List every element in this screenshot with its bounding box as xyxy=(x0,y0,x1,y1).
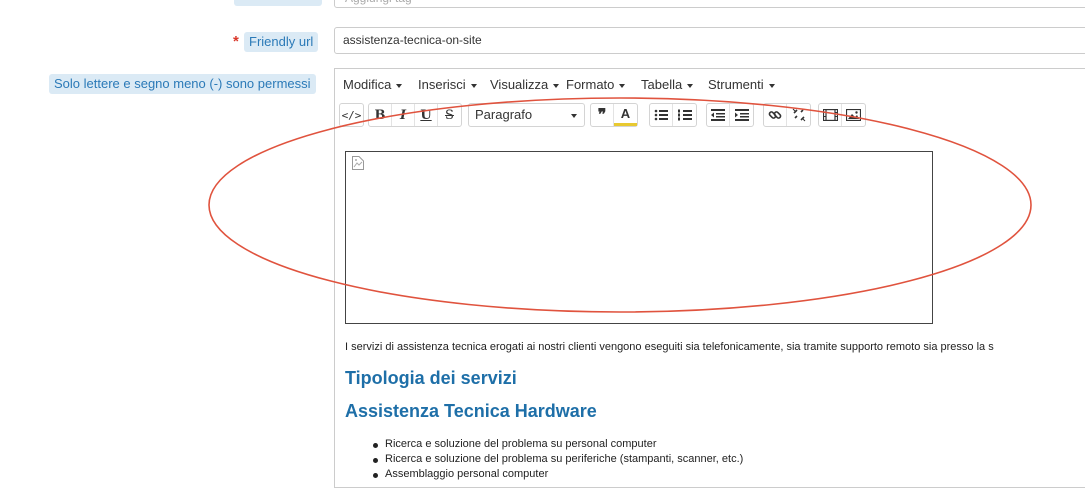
content-heading-tipologia: Tipologia dei servizi xyxy=(345,368,517,388)
blockquote-icon[interactable]: ❞ xyxy=(591,104,614,126)
toolbar-group-links xyxy=(763,103,811,127)
friendly-url-hint: Solo lettere e segno meno (-) sono perme… xyxy=(49,74,316,94)
menu-formato[interactable]: Formato xyxy=(566,77,626,92)
tags-label-stub xyxy=(234,0,322,6)
editor-toolbar: </> B I U S Paragrafo ❞ A xyxy=(335,99,1085,129)
list-item: Ricerca e soluzione del problema su peri… xyxy=(373,453,743,468)
broken-image-icon xyxy=(352,156,364,173)
toolbar-group-style: ❞ A xyxy=(590,103,638,127)
content-bullet-list: Ricerca e soluzione del problema su pers… xyxy=(373,438,743,483)
unlink-icon[interactable] xyxy=(787,104,810,126)
italic-icon[interactable]: I xyxy=(392,104,415,126)
media-icon[interactable] xyxy=(819,104,842,126)
menu-inserisci[interactable]: Inserisci xyxy=(418,77,477,92)
toolbar-group-source: </> xyxy=(339,103,364,127)
rich-text-editor: Modifica Inserisci Visualizza Formato Ta… xyxy=(334,68,1085,488)
menu-strumenti[interactable]: Strumenti xyxy=(708,77,775,92)
toolbar-group-lists xyxy=(649,103,697,127)
bold-icon[interactable]: B xyxy=(369,104,392,126)
friendly-url-label: Friendly url xyxy=(244,32,319,52)
editor-content[interactable]: I servizi di assistenza tecnica erogati … xyxy=(335,129,1085,487)
toolbar-group-media xyxy=(818,103,866,127)
menu-modifica[interactable]: Modifica xyxy=(343,77,403,92)
content-paragraph: I servizi di assistenza tecnica erogati … xyxy=(345,341,994,353)
editor-menubar: Modifica Inserisci Visualizza Formato Ta… xyxy=(335,69,1085,99)
menu-visualizza[interactable]: Visualizza xyxy=(490,77,560,92)
friendly-url-input[interactable]: assistenza-tecnica-on-site xyxy=(334,27,1085,54)
numbered-list-icon[interactable] xyxy=(673,104,696,126)
strikethrough-icon[interactable]: S xyxy=(438,104,461,126)
format-select[interactable]: Paragrafo xyxy=(468,103,585,127)
content-heading-hardware: Assistenza Tecnica Hardware xyxy=(345,401,597,421)
link-icon[interactable] xyxy=(764,104,787,126)
source-code-icon[interactable]: </> xyxy=(340,104,363,126)
bullet-list-icon[interactable] xyxy=(650,104,673,126)
list-item: Assemblaggio personal computer xyxy=(373,468,743,483)
image-icon[interactable] xyxy=(842,104,865,126)
indent-icon[interactable] xyxy=(730,104,753,126)
menu-tabella[interactable]: Tabella xyxy=(641,77,694,92)
toolbar-group-text: B I U S xyxy=(368,103,462,127)
broken-image-placeholder[interactable] xyxy=(345,151,933,324)
toolbar-group-indent xyxy=(706,103,754,127)
tags-input[interactable]: Aggiungi tag xyxy=(334,0,1085,8)
list-item: Ricerca e soluzione del problema su pers… xyxy=(373,438,743,453)
outdent-icon[interactable] xyxy=(707,104,730,126)
text-color-icon[interactable]: A xyxy=(614,104,637,126)
required-mark: * xyxy=(233,33,239,50)
underline-icon[interactable]: U xyxy=(415,104,438,126)
